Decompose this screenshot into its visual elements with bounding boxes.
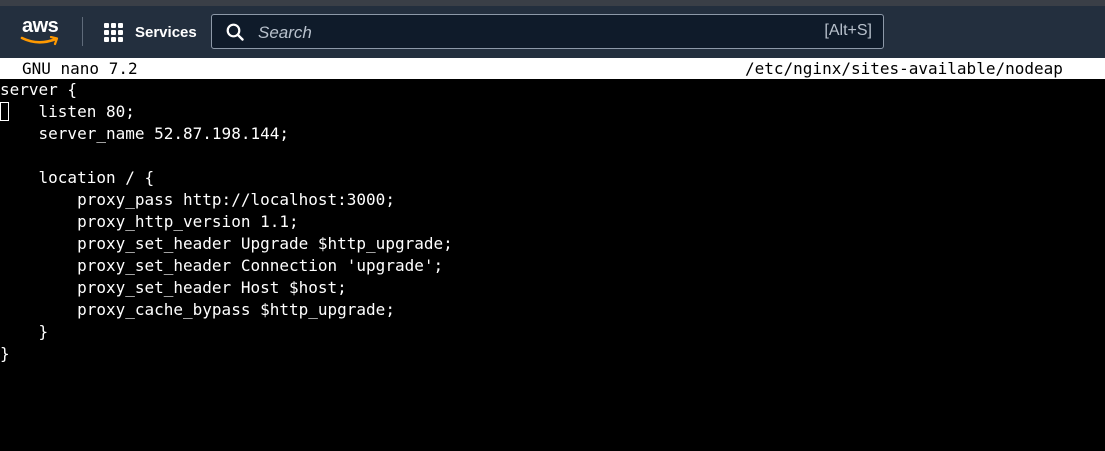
aws-console-header: aws Services [Alt+S] [0,6,1105,58]
editor-line: proxy_pass http://localhost:3000; [0,190,395,209]
search-input[interactable] [256,19,800,47]
services-menu-button[interactable]: Services [104,20,197,44]
services-label: Services [135,23,197,41]
editor-line: proxy_set_header Upgrade $http_upgrade; [0,234,453,253]
editor-line: server { [0,80,78,99]
editor-line: listen 80; [0,102,135,121]
editor-line: proxy_set_header Host $host; [0,278,347,297]
text-cursor [0,102,9,121]
editor-line: server_name 52.87.198.144; [0,124,289,143]
editor-line: proxy_cache_bypass $http_upgrade; [0,300,395,319]
aws-logo[interactable]: aws [20,15,66,47]
search-box[interactable]: [Alt+S] [211,14,884,49]
editor-line: proxy_set_header Connection 'upgrade'; [0,256,444,275]
search-icon [226,23,244,41]
nano-title-bar: GNU nano 7.2 /etc/nginx/sites-available/… [0,58,1105,79]
editor-line: proxy_http_version 1.1; [0,212,299,231]
header-divider [82,17,83,46]
search-shortcut-hint: [Alt+S] [824,22,872,39]
aws-logo-text: aws [22,15,59,37]
nano-editor[interactable]: server { listen 80; server_name 52.87.19… [0,79,1105,451]
editor-line: } [0,322,49,341]
services-grid-icon [104,22,123,42]
editor-line: } [0,344,10,363]
editor-line: location / { [0,168,155,187]
aws-smile-icon [20,36,59,46]
nano-file-path: /etc/nginx/sites-available/nodeap [745,59,1063,78]
nano-version: GNU nano 7.2 [22,59,138,78]
